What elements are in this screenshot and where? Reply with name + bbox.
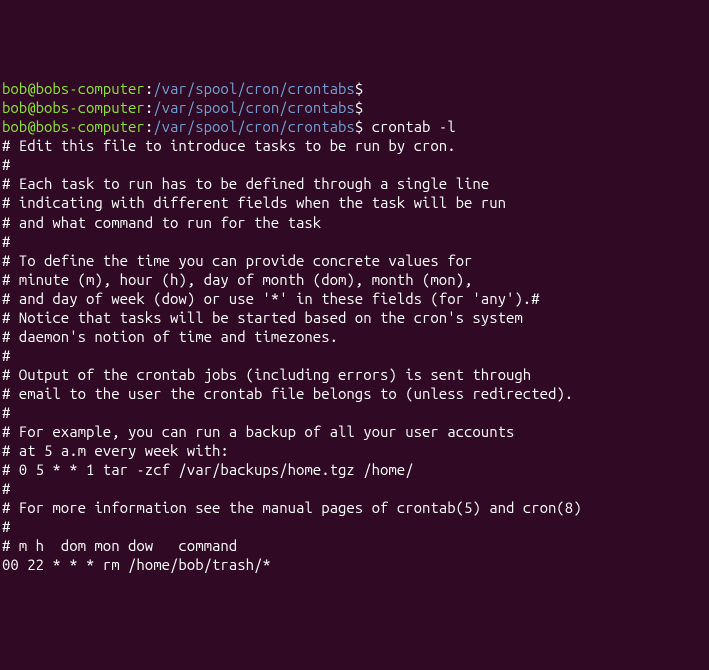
prompt-user-host: bob@bobs-computer	[2, 99, 145, 116]
output-line: # and what command to run for the task	[2, 213, 707, 232]
prompt-user-host: bob@bobs-computer	[2, 118, 145, 135]
prompt-line-3: bob@bobs-computer:/var/spool/cron/cronta…	[2, 117, 707, 136]
output-line: # and day of week (dow) or use '*' in th…	[2, 289, 707, 308]
output-line: # indicating with different fields when …	[2, 193, 707, 212]
prompt-dollar: $	[355, 80, 363, 97]
output-line: # Notice that tasks will be started base…	[2, 308, 707, 327]
prompt-user-host: bob@bobs-computer	[2, 80, 145, 97]
prompt-line-1: bob@bobs-computer:/var/spool/cron/cronta…	[2, 79, 707, 98]
output-line: # minute (m), hour (h), day of month (do…	[2, 270, 707, 289]
terminal-window[interactable]: bob@bobs-computer:/var/spool/cron/cronta…	[2, 79, 707, 574]
output-line: #	[2, 479, 707, 498]
output-line: # m h dom mon dow command	[2, 536, 707, 555]
output-line: #	[2, 403, 707, 422]
output-line: # daemon's notion of time and timezones.	[2, 327, 707, 346]
prompt-dollar: $	[355, 118, 363, 135]
output-line: # at 5 a.m every week with:	[2, 441, 707, 460]
prompt-dollar: $	[355, 99, 363, 116]
output-line: #	[2, 232, 707, 251]
output-line: #	[2, 155, 707, 174]
prompt-colon: :	[145, 118, 153, 135]
output-line: # For example, you can run a backup of a…	[2, 422, 707, 441]
prompt-line-2: bob@bobs-computer:/var/spool/cron/cronta…	[2, 98, 707, 117]
output-line: #	[2, 346, 707, 365]
output-line: # Each task to run has to be defined thr…	[2, 174, 707, 193]
prompt-path: /var/spool/cron/crontabs	[153, 99, 355, 116]
output-line: # email to the user the crontab file bel…	[2, 384, 707, 403]
prompt-path: /var/spool/cron/crontabs	[153, 80, 355, 97]
output-line: # 0 5 * * 1 tar -zcf /var/backups/home.t…	[2, 460, 707, 479]
output-line: # Output of the crontab jobs (including …	[2, 365, 707, 384]
output-line: # To define the time you can provide con…	[2, 251, 707, 270]
output-line: 00 22 * * * rm /home/bob/trash/*	[2, 555, 707, 574]
prompt-colon: :	[145, 80, 153, 97]
prompt-colon: :	[145, 99, 153, 116]
prompt-path: /var/spool/cron/crontabs	[153, 118, 355, 135]
command-input: crontab -l	[363, 118, 455, 135]
output-line: # Edit this file to introduce tasks to b…	[2, 136, 707, 155]
output-line: # For more information see the manual pa…	[2, 498, 707, 517]
output-line: #	[2, 517, 707, 536]
